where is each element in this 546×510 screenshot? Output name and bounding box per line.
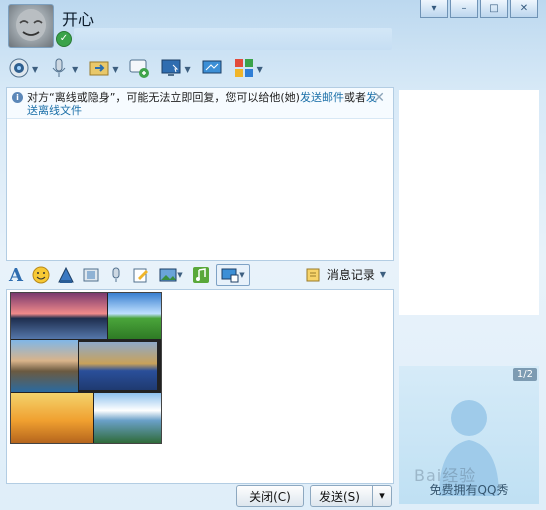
online-status-icon: ✓ <box>56 31 72 47</box>
send-options-arrow[interactable]: ▾ <box>372 486 391 506</box>
chevron-down-icon[interactable]: ▼ <box>239 271 244 279</box>
photo-lake-sunset <box>11 293 107 339</box>
video-clip-button[interactable] <box>81 265 101 285</box>
remote-desktop-icon <box>160 57 182 82</box>
ad-panel <box>399 90 539 315</box>
send-label: 发送(S) <box>319 489 360 504</box>
chevron-down-icon[interactable]: ▼ <box>112 65 118 74</box>
sms-button[interactable] <box>126 57 152 81</box>
chevron-down-icon[interactable]: ▼ <box>32 65 38 74</box>
close-notice-button[interactable]: ✕ <box>373 90 385 106</box>
close-window-button[interactable]: ✕ <box>510 0 538 18</box>
signature-bar <box>74 28 392 50</box>
voice-message-button[interactable] <box>106 265 126 285</box>
notice-text-mid: 或者 <box>343 91 366 104</box>
photo-beach-sunset <box>11 393 93 443</box>
send-button[interactable]: 发送(S) ▾ <box>310 485 392 507</box>
chevron-down-icon[interactable]: ▼ <box>184 65 190 74</box>
apps-button[interactable]: ▼ <box>231 57 265 81</box>
chevron-down-icon: ▼ <box>379 270 386 279</box>
voice-button[interactable]: ▼ <box>46 57 80 81</box>
shake-icon <box>58 266 74 283</box>
avatar[interactable] <box>8 4 54 48</box>
history-icon <box>306 268 320 281</box>
file-transfer-icon <box>88 57 110 82</box>
shake-window-button[interactable] <box>56 265 76 285</box>
image-icon <box>159 268 177 282</box>
chat-history[interactable]: i 对方“离线或隐身”，可能无法立即回复，您可以给他(她)发送邮件或者发送离线文… <box>6 87 394 261</box>
photo-mountain-lake <box>94 393 161 443</box>
maximize-button[interactable]: □ <box>480 0 508 18</box>
music-note-icon <box>193 267 209 283</box>
font-icon: A <box>9 264 23 286</box>
pasted-image <box>10 292 162 444</box>
dropdown-menu-button[interactable]: ▾ <box>420 0 448 18</box>
format-toolbar: A ▼ ▼ 消息记录 ▼ <box>6 262 392 288</box>
info-icon: i <box>12 92 23 103</box>
font-button[interactable]: A <box>6 264 26 286</box>
main-toolbar: ▼ ▼ ▼ ▼ ▼ <box>6 56 265 82</box>
edit-button[interactable] <box>131 265 151 285</box>
file-transfer-button[interactable]: ▼ <box>86 57 120 81</box>
sms-icon <box>128 57 150 82</box>
apps-grid-icon <box>233 57 255 82</box>
picture-button[interactable]: ▼ <box>156 265 186 285</box>
screenshot-icon <box>221 268 239 283</box>
contact-nickname: 开心 <box>62 10 95 29</box>
message-input[interactable] <box>6 289 394 484</box>
chevron-down-icon[interactable]: ▼ <box>257 65 263 74</box>
webcam-button[interactable]: ▼ <box>6 57 40 81</box>
minimize-button[interactable]: – <box>450 0 478 18</box>
emoji-button[interactable] <box>31 265 51 285</box>
offline-notice: i 对方“离线或隐身”，可能无法立即回复，您可以给他(她)发送邮件或者发送离线文… <box>7 88 393 119</box>
smiley-icon <box>32 266 50 284</box>
film-icon <box>83 268 99 282</box>
chevron-down-icon[interactable]: ▼ <box>177 271 182 279</box>
message-record-label: 消息记录 <box>326 268 375 282</box>
notepad-icon <box>133 268 148 283</box>
webcam-icon <box>8 57 30 82</box>
chat-window: ✓ 开心 ▾ – □ ✕ ▼ ▼ ▼ ▼ ▼ i 对方“离线或隐身”，可能无法立… <box>0 0 546 510</box>
photo-golden-field <box>79 342 157 390</box>
screen-share-button[interactable] <box>199 57 225 81</box>
notice-text-before: 对方“离线或隐身”，可能无法立即回复，您可以给他(她) <box>27 91 300 104</box>
photo-green-field <box>108 293 161 339</box>
music-button[interactable] <box>191 265 211 285</box>
remote-desktop-button[interactable]: ▼ <box>158 57 192 81</box>
close-button[interactable]: 关闭(C) <box>236 485 304 507</box>
photo-castle-lake <box>11 340 78 392</box>
watermark: Bai经验 <box>414 466 477 485</box>
message-record-button[interactable]: 消息记录 ▼ <box>306 266 386 283</box>
chevron-down-icon[interactable]: ▼ <box>72 65 78 74</box>
microphone-icon <box>48 57 70 82</box>
screenshot-button[interactable]: ▼ <box>216 264 250 286</box>
screen-share-icon <box>201 57 223 82</box>
microphone-icon <box>112 267 120 282</box>
notice-text: 对方“离线或隐身”，可能无法立即回复，您可以给他(她)发送邮件或者发送离线文件 <box>27 91 377 117</box>
window-controls: ▾ – □ ✕ <box>420 0 538 18</box>
send-email-link[interactable]: 发送邮件 <box>300 91 344 104</box>
